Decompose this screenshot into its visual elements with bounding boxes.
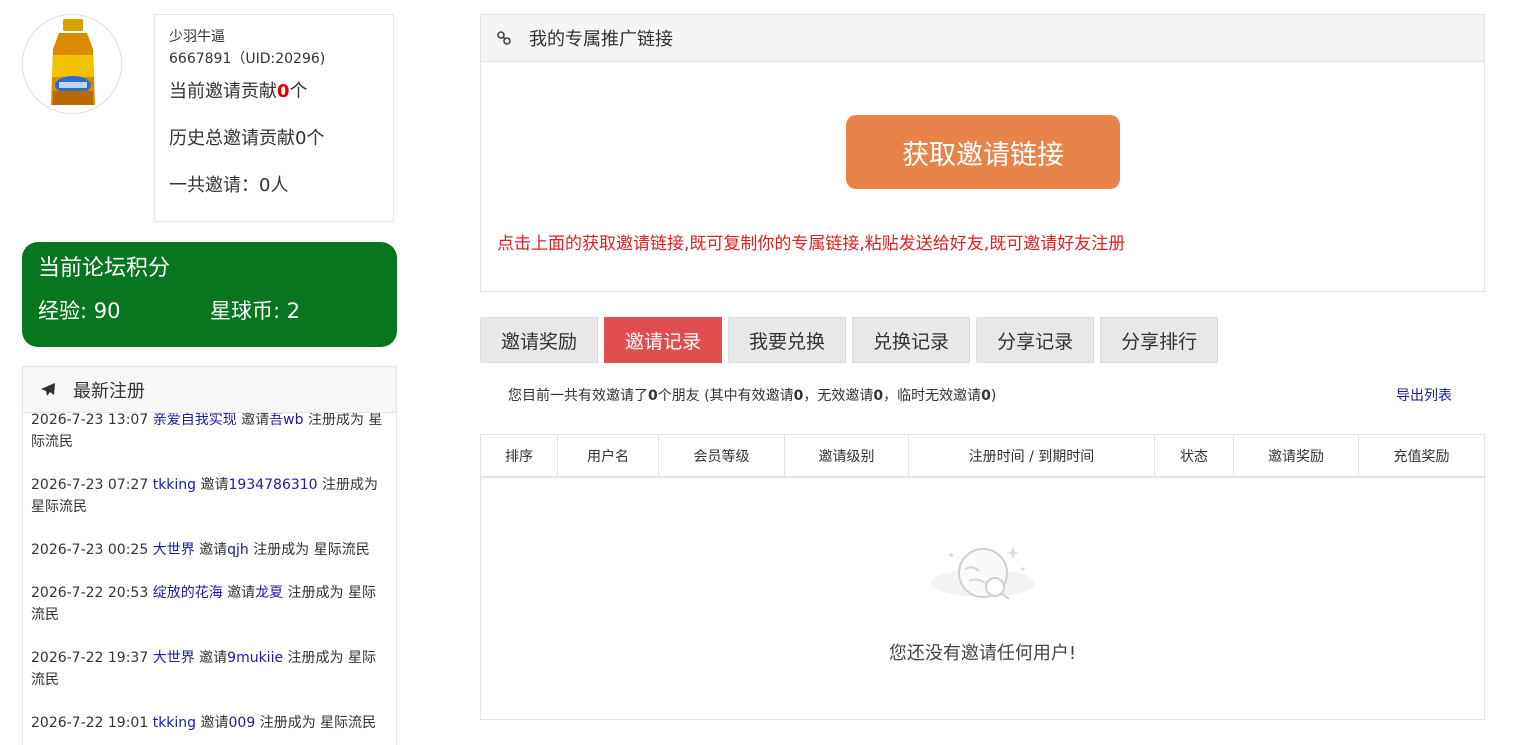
tab-1[interactable]: 邀请奖励	[480, 317, 599, 363]
latest-registrations-list[interactable]: 2026-7-23 13:07 亲爱自我实现 邀请吾wb 注册成为 星际流民 20…	[23, 413, 396, 745]
experience-value: 经验: 90	[38, 299, 121, 323]
latest-registration-item: 2026-7-23 13:07 亲爱自我实现 邀请吾wb 注册成为 星际流民	[31, 413, 388, 453]
registration-time: 2026-7-22 19:37	[31, 650, 149, 666]
latest-registration-item: 2026-7-22 19:37 大世界 邀请9mukiie 注册成为 星际流民	[31, 647, 388, 691]
latest-registration-item: 2026-7-22 19:01 tkking 邀请009 注册成为 星际流民	[31, 712, 388, 734]
latest-registration-item: 2026-7-22 20:53 绽放的花海 邀请龙夏 注册成为 星际流民	[31, 582, 388, 626]
uid-line: 6667891（UID:20296)	[169, 51, 326, 67]
invitee-link[interactable]: 009	[229, 715, 256, 731]
latest-registration-item: 2026-7-23 07:27 tkking 邀请1934786310 注册成为…	[31, 474, 388, 518]
summary-valid: 0	[793, 388, 804, 404]
registration-tail: 注册成为 星际流民	[259, 715, 377, 731]
paper-plane-icon	[41, 382, 55, 396]
export-list-link[interactable]: 导出列表	[1396, 385, 1452, 405]
invitee-link[interactable]: 吾wb	[269, 413, 303, 428]
promo-link-header: 我的专属推广链接	[481, 15, 1484, 62]
invite-word: 邀请	[200, 715, 229, 731]
column-header: 充值奖励	[1393, 448, 1450, 465]
column-header: 状态	[1155, 435, 1234, 476]
invite-word: 邀请	[227, 585, 256, 601]
invite-word: 邀请	[200, 477, 229, 493]
registration-time: 2026-7-22 20:53	[31, 585, 149, 601]
promo-link-title: 我的专属推广链接	[529, 29, 673, 50]
total-invites: 一共邀请：0人	[169, 175, 289, 196]
column-header: 排序	[481, 435, 558, 476]
column-header: 邀请级别	[785, 435, 909, 476]
invite-word: 邀请	[241, 413, 270, 428]
tab-5[interactable]: 分享记录	[976, 317, 1095, 363]
invite-word: 邀请	[199, 650, 228, 666]
invitee-link[interactable]: qjh	[227, 542, 249, 558]
inviter-link[interactable]: tkking	[153, 477, 196, 493]
summary-count: 0	[648, 388, 658, 404]
summary-invalid: 0	[873, 388, 884, 404]
avatar[interactable]	[22, 14, 122, 114]
latest-registrations-panel: 最新注册 2026-7-23 13:07 亲爱自我实现 邀请吾wb 注册成为 星…	[22, 366, 397, 745]
invitee-link[interactable]: 龙夏	[255, 585, 283, 601]
inviter-link[interactable]: 亲爱自我实现	[153, 413, 237, 428]
coins-value: 星球币: 2	[210, 299, 301, 323]
inviter-link[interactable]: 绽放的花海	[153, 585, 223, 601]
current-contribution-label: 当前邀请贡献	[169, 81, 277, 102]
empty-moon-icon	[931, 547, 1035, 600]
tab-4[interactable]: 兑换记录	[852, 317, 971, 363]
inviter-link[interactable]: 大世界	[153, 542, 195, 558]
profile-card: 少羽牛逼 6667891（UID:20296) 当前邀请贡献0个 历史总邀请贡献…	[154, 14, 394, 222]
invite-records-table: 排序 用户名 会员等级 邀请级别 注册时间 / 到期时间 状态 邀请奖励 充值奖励 您还没有邀…	[480, 434, 1485, 720]
tab-2[interactable]: 邀请记录	[604, 317, 723, 363]
registration-tail: 注册成为 星际流民	[253, 542, 370, 558]
inviter-link[interactable]: tkking	[153, 715, 196, 731]
get-invite-link-button[interactable]: 获取邀请链接	[846, 115, 1120, 189]
invitee-link[interactable]: 9mukiie	[227, 650, 283, 666]
current-contribution-unit: 个	[289, 81, 308, 102]
tab-3[interactable]: 我要兑换	[728, 317, 847, 363]
summary-prefix: 您目前一共有效邀请了	[508, 388, 648, 404]
column-header: 注册时间 / 到期时间	[909, 435, 1155, 476]
registration-time: 2026-7-23 00:25	[31, 542, 149, 558]
invite-word: 邀请	[199, 542, 228, 558]
latest-registration-item: 2026-7-23 00:25 大世界 邀请qjh 注册成为 星际流民	[31, 539, 388, 561]
summary-mid2: ，无效邀请	[803, 388, 874, 404]
summary-mid1: 个朋友 (其中有效邀请	[657, 388, 794, 404]
invite-summary: 您目前一共有效邀请了0个朋友 (其中有效邀请0，无效邀请0，临时无效邀请0)	[508, 385, 996, 405]
promo-link-panel: 我的专属推广链接 获取邀请链接 点击上面的获取邀请链接,既可复制你的专属链接,粘…	[480, 14, 1485, 292]
column-header: 用户名	[558, 435, 659, 476]
promo-tip: 点击上面的获取邀请链接,既可复制你的专属链接,粘贴发送给好友,既可邀请好友注册	[497, 234, 1126, 254]
points-title: 当前论坛积分	[38, 256, 171, 281]
history-contribution: 历史总邀请贡献0个	[169, 128, 325, 149]
summary-suffix: )	[990, 388, 997, 404]
summary-temp: 0	[981, 388, 991, 404]
inviter-link[interactable]: 大世界	[153, 650, 195, 666]
column-header: 会员等级	[659, 435, 785, 476]
latest-registrations-title: 最新注册	[73, 380, 145, 402]
summary-mid3: ，临时无效邀请	[883, 388, 982, 404]
registration-time: 2026-7-23 13:07	[31, 413, 149, 428]
username[interactable]: 少羽牛逼	[169, 27, 379, 47]
table-header: 排序 用户名 会员等级 邀请级别 注册时间 / 到期时间 状态 邀请奖励 充值奖励	[481, 435, 1484, 478]
latest-registrations-header: 最新注册	[23, 367, 396, 413]
current-contribution-value: 0	[277, 81, 290, 102]
current-contribution: 当前邀请贡献0个	[169, 79, 379, 105]
empty-message: 您还没有邀请任何用户!	[888, 643, 1077, 664]
invitee-link[interactable]: 1934786310	[229, 477, 318, 493]
registration-time: 2026-7-22 19:01	[31, 715, 149, 731]
link-icon	[497, 31, 511, 45]
points-row: 经验: 90 星球币: 2	[38, 298, 381, 324]
column-header: 邀请奖励	[1234, 435, 1359, 476]
registration-time: 2026-7-23 07:27	[31, 477, 149, 493]
invite-tabs: 邀请奖励 邀请记录 我要兑换 兑换记录 分享记录 分享排行	[480, 317, 1224, 363]
forum-points-box: 当前论坛积分 经验: 90 星球币: 2	[22, 242, 397, 347]
tab-6[interactable]: 分享排行	[1100, 317, 1219, 363]
